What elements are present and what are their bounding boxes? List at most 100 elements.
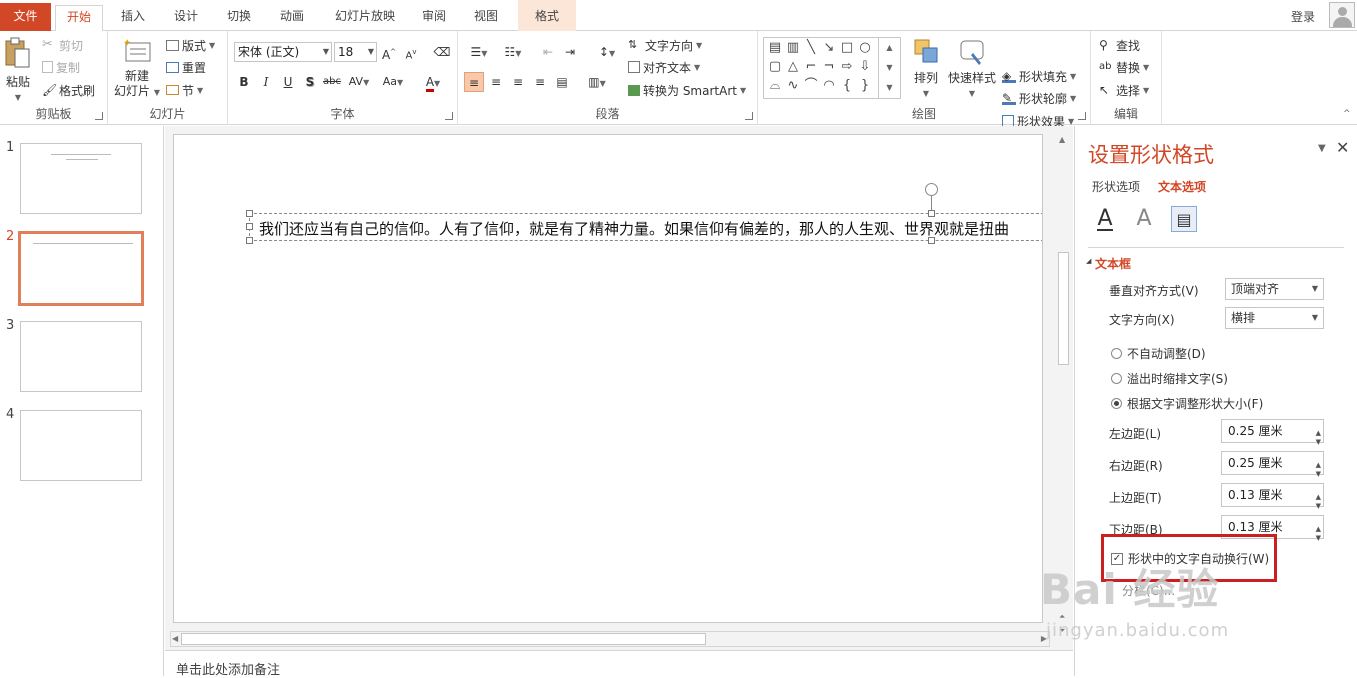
columns-icon[interactable]: ▥▼ xyxy=(582,72,612,92)
decrease-indent-icon[interactable]: ⇤ xyxy=(538,42,558,62)
copy-button[interactable]: 复制 xyxy=(42,57,80,77)
tab-review[interactable]: 审阅 xyxy=(411,5,457,31)
collapse-ribbon-icon[interactable]: ^ xyxy=(1343,109,1351,119)
select-button[interactable]: ↖ 选择 ▼ xyxy=(1099,80,1149,100)
autofit-shrink-radio[interactable]: 溢出时缩排文字(S) xyxy=(1111,370,1228,387)
find-button[interactable]: ⚲ 查找 xyxy=(1099,35,1140,55)
resize-handle[interactable] xyxy=(246,237,253,244)
line-spacing-icon[interactable]: ↕▼ xyxy=(592,42,622,62)
text-direction-select[interactable]: 横排 ▼ xyxy=(1225,307,1324,329)
right-arrow-shape-icon[interactable]: ⇨ xyxy=(839,59,855,75)
autofit-resize-radio[interactable]: 根据文字调整形状大小(F) xyxy=(1111,395,1263,412)
vertical-align-select[interactable]: 顶端对齐 ▼ xyxy=(1225,278,1324,300)
login-link[interactable]: 登录 xyxy=(1291,8,1315,25)
resize-handle[interactable] xyxy=(246,223,253,230)
tab-format[interactable]: 格式 xyxy=(518,0,576,31)
elbow2-shape-icon[interactable]: ¬ xyxy=(821,59,837,75)
justify-icon[interactable]: ≡ xyxy=(530,72,550,92)
margin-top-input[interactable]: 0.13 厘米 ▲ ▼ xyxy=(1221,483,1324,510)
oval-shape-icon[interactable]: ○ xyxy=(857,40,873,56)
resize-handle[interactable] xyxy=(928,210,935,217)
tab-slideshow[interactable]: 幻灯片放映 xyxy=(325,5,405,31)
slide-thumbnail-3[interactable] xyxy=(20,321,142,392)
section-button[interactable]: 节 ▼ xyxy=(166,80,203,100)
resize-handle[interactable] xyxy=(246,210,253,217)
reset-button[interactable]: 重置 xyxy=(166,57,206,77)
bullets-icon[interactable]: ☰▼ xyxy=(464,42,494,62)
shadow-button[interactable]: S xyxy=(300,72,320,92)
strikethrough-button[interactable]: abc xyxy=(322,72,342,92)
autofit-none-radio[interactable]: 不自动调整(D) xyxy=(1111,345,1206,362)
margin-left-input[interactable]: 0.25 厘米 ▲ ▼ xyxy=(1221,419,1324,446)
italic-button[interactable]: I xyxy=(256,72,276,92)
format-painter-button[interactable]: 🖌 格式刷 xyxy=(42,80,95,100)
vertical-textbox-shape-icon[interactable]: ▥ xyxy=(785,40,801,56)
arrow-line-shape-icon[interactable]: ↘ xyxy=(821,40,837,56)
char-spacing-button[interactable]: AV▼ xyxy=(345,72,373,92)
cut-button[interactable]: ✂ 剪切 xyxy=(42,35,83,55)
notes-placeholder[interactable]: 单击此处添加备注 xyxy=(176,659,280,678)
grow-font-button[interactable]: A^ xyxy=(379,42,399,62)
elbow-shape-icon[interactable]: ⌐ xyxy=(803,59,819,75)
tab-transitions[interactable]: 切换 xyxy=(216,5,262,31)
numbering-icon[interactable]: ☷▼ xyxy=(498,42,528,62)
vertical-scroll-thumb[interactable] xyxy=(1058,252,1069,365)
curve-shape-icon[interactable]: ⌒ xyxy=(803,78,819,94)
line-shape-icon[interactable]: ╲ xyxy=(803,40,819,56)
layout-button[interactable]: 版式 ▼ xyxy=(166,35,215,55)
slide-canvas[interactable]: 我们还应当有自己的信仰。人有了信仰，就是有了精神力量。如果信仰有偏差的，那人的人… xyxy=(173,134,1043,623)
scroll-up-icon[interactable]: ▲ xyxy=(1059,135,1065,144)
margin-right-input[interactable]: 0.25 厘米 ▲ ▼ xyxy=(1221,451,1324,478)
rectangle-shape-icon[interactable]: □ xyxy=(839,40,855,56)
shapes-gallery[interactable]: ▤ ▥ ╲ ↘ □ ○ ▢ △ ⌐ ¬ ⇨ ⇩ ⌓ ∿ ⌒ ◠ { } ▲ ▼ ▼ xyxy=(763,37,901,99)
font-launcher[interactable] xyxy=(445,112,453,120)
slide-thumbnail-4[interactable] xyxy=(20,410,142,481)
text-direction-button[interactable]: ⇅ 文字方向 ▼ xyxy=(628,35,702,55)
selected-textbox[interactable]: 我们还应当有自己的信仰。人有了信仰，就是有了精神力量。如果信仰有偏差的，那人的人… xyxy=(249,213,1042,241)
replace-button[interactable]: ab 替换 ▼ xyxy=(1099,57,1149,77)
tab-file[interactable]: 文件 xyxy=(0,3,51,31)
quick-styles-button[interactable]: 快速样式 ▼ xyxy=(946,37,998,101)
tab-view[interactable]: 视图 xyxy=(463,5,509,31)
font-name-combo[interactable]: 宋体 (正文) ▼ xyxy=(234,42,332,62)
section-textbox-header[interactable]: 文本框 xyxy=(1095,255,1131,272)
tab-home[interactable]: 开始 xyxy=(55,5,103,32)
avatar[interactable] xyxy=(1329,2,1355,28)
scroll-left-icon[interactable]: ◀ xyxy=(172,634,178,643)
align-right-icon[interactable]: ≡ xyxy=(508,72,528,92)
tab-shape-options[interactable]: 形状选项 xyxy=(1092,178,1140,195)
arc-shape-icon[interactable]: ◠ xyxy=(821,78,837,94)
paragraph-launcher[interactable] xyxy=(745,112,753,120)
resize-handle[interactable] xyxy=(928,237,935,244)
align-center-icon[interactable]: ≡ xyxy=(486,72,506,92)
notes-pane[interactable]: 单击此处添加备注 xyxy=(165,650,1073,678)
arrange-button[interactable]: 排列 ▼ xyxy=(908,37,944,101)
shape-outline-button[interactable]: ✎ 形状轮廓 ▼ xyxy=(1002,88,1076,108)
shrink-font-button[interactable]: Av xyxy=(401,42,421,62)
slide-thumbnail-1[interactable] xyxy=(20,143,142,214)
close-icon[interactable]: ✕ xyxy=(1336,138,1349,157)
scribble-shape-icon[interactable]: ∿ xyxy=(785,78,801,94)
new-slide-button[interactable]: ✦ 新建 幻灯片 ▼ xyxy=(112,37,162,100)
tab-text-options[interactable]: 文本选项 xyxy=(1158,178,1206,195)
shape-fill-button[interactable]: ◈ 形状填充 ▼ xyxy=(1002,66,1076,86)
paste-button[interactable]: 粘贴 ▼ xyxy=(3,37,33,105)
brace-left-shape-icon[interactable]: { xyxy=(839,78,855,94)
tab-design[interactable]: 设计 xyxy=(163,5,209,31)
text-effects-icon[interactable]: A xyxy=(1131,206,1157,232)
distributed-icon[interactable]: ▤ xyxy=(552,72,572,92)
tab-animations[interactable]: 动画 xyxy=(269,5,315,31)
horizontal-scrollbar[interactable]: ◀ ▶ xyxy=(170,631,1050,647)
horizontal-scroll-thumb[interactable] xyxy=(181,633,706,645)
text-fill-outline-icon[interactable]: A xyxy=(1092,206,1118,232)
align-text-button[interactable]: 对齐文本 ▼ xyxy=(628,57,700,77)
font-color-button[interactable]: A▼ xyxy=(419,72,447,92)
tab-insert[interactable]: 插入 xyxy=(110,5,156,31)
pane-options-icon[interactable]: ▼ xyxy=(1318,143,1326,154)
collapse-section-icon[interactable]: ◢ xyxy=(1086,257,1091,265)
slide-thumbnail-2[interactable] xyxy=(18,231,144,306)
triangle-shape-icon[interactable]: △ xyxy=(785,59,801,75)
font-size-combo[interactable]: 18 ▼ xyxy=(334,42,377,62)
increase-indent-icon[interactable]: ⇥ xyxy=(560,42,580,62)
textbox-content[interactable]: 我们还应当有自己的信仰。人有了信仰，就是有了精神力量。如果信仰有偏差的，那人的人… xyxy=(259,218,1009,239)
